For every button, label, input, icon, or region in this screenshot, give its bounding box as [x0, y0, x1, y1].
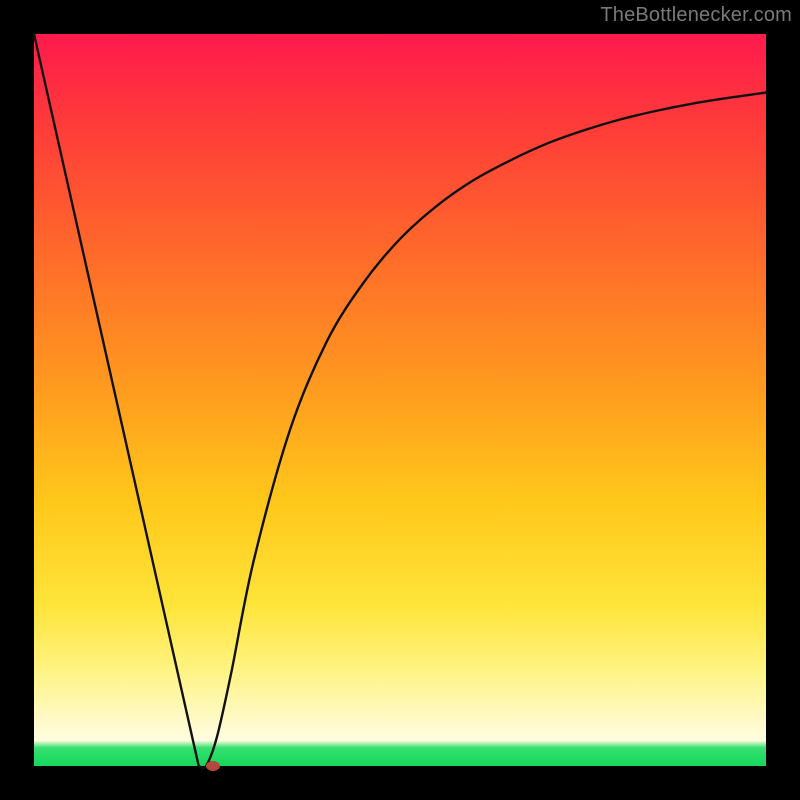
- plot-area: [34, 34, 766, 766]
- watermark-text: TheBottlenecker.com: [600, 4, 792, 27]
- curve-path: [34, 34, 766, 768]
- bottleneck-curve: [34, 34, 766, 766]
- minimum-marker: [206, 761, 220, 771]
- chart-frame: TheBottlenecker.com: [0, 0, 800, 800]
